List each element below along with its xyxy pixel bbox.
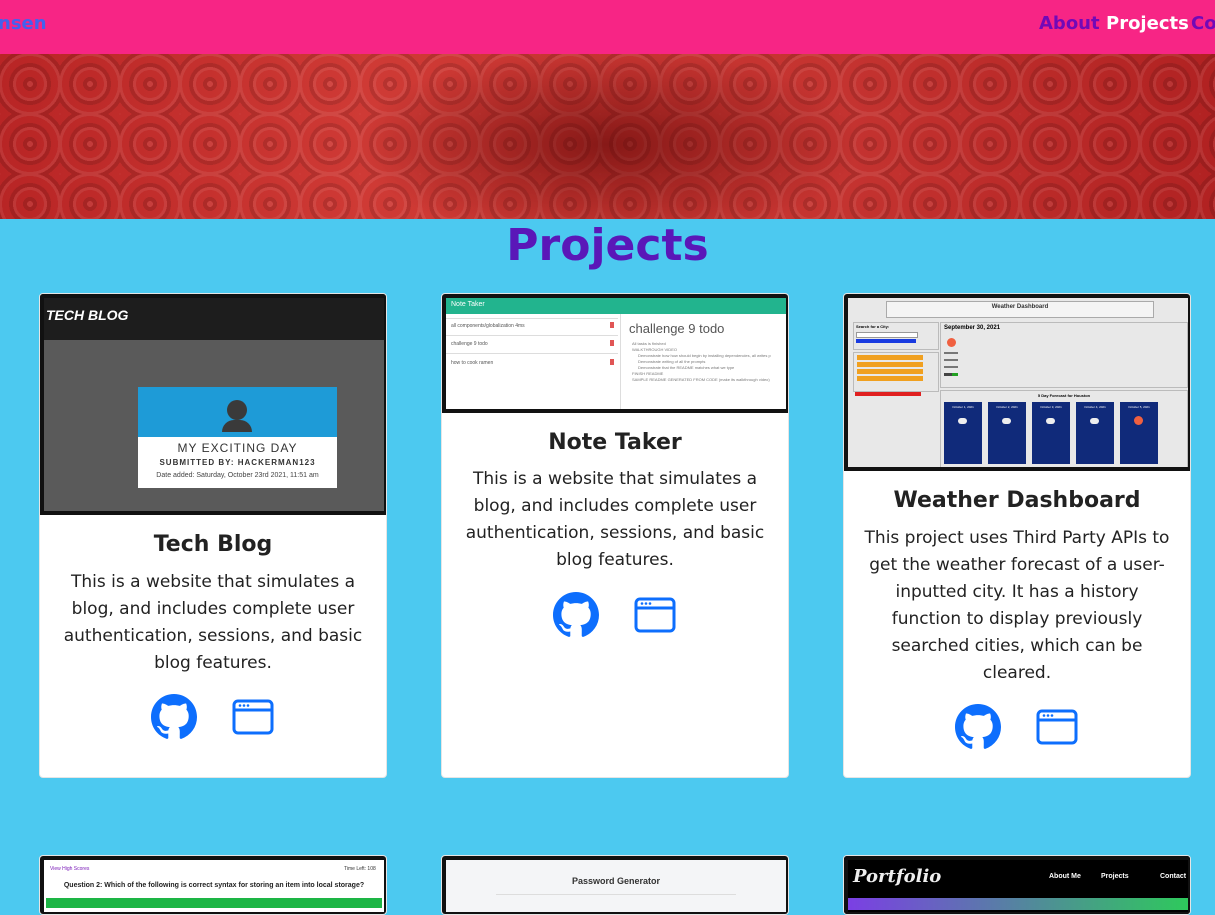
screenshot-nav-link: About Me: [1049, 873, 1081, 880]
project-card-tech-blog: TECH BLOG MY EXCITING DAY SUBMITTED BY: …: [39, 293, 387, 778]
avatar-icon: [227, 400, 247, 420]
sun-icon: [1134, 416, 1143, 425]
screenshot-question: Question 2: Which of the following is co…: [63, 882, 365, 889]
screenshot-timer: Time Left: 108: [344, 866, 376, 872]
card-title: Note Taker: [548, 430, 682, 455]
hero-banner: [0, 54, 1215, 219]
card-description: This is a website that simulates a blog,…: [465, 469, 765, 570]
screenshot-current-date: September 30, 2021: [944, 325, 1001, 331]
cloud-icon: [1046, 418, 1055, 424]
screenshot-submitted: SUBMITTED BY: HACKERMAN123: [159, 458, 316, 467]
screenshot-line: Demonstrate writing of all the prompts: [638, 359, 706, 364]
screenshot-header: Weather Dashboard: [991, 304, 1049, 310]
screenshot-forecast-title: 5 Day Forecast for Houston: [1037, 393, 1091, 398]
project-screenshot: Password Generator: [442, 856, 788, 914]
screenshot-line: Demonstrate how how should begin by inst…: [638, 353, 771, 358]
project-card-portfolio: Portfolio About Me Projects Contact: [843, 855, 1191, 915]
screenshot-forecast-date: October 3, 2021: [1040, 405, 1062, 409]
screenshot-logo: TECH BLOG: [46, 307, 129, 323]
github-icon[interactable]: [955, 704, 1001, 750]
card-links: [844, 704, 1190, 752]
cloud-icon: [1090, 418, 1099, 424]
screenshot-post: MY EXCITING DAY SUBMITTED BY: HACKERMAN1…: [138, 387, 337, 488]
browser-window-icon[interactable]: [634, 597, 676, 633]
screenshot-line: All tasks is finished: [632, 341, 666, 346]
screenshot-forecast-day: [1120, 402, 1158, 464]
nav-link-projects[interactable]: Projects: [1106, 13, 1189, 34]
github-icon[interactable]: [151, 694, 197, 740]
screenshot-forecast-date: October 5, 2021: [1128, 405, 1150, 409]
nav-link-about[interactable]: About: [1039, 13, 1100, 34]
page-title: Projects: [506, 220, 709, 271]
screenshot-note: challenge 9 todo: [451, 341, 488, 347]
cloud-icon: [958, 418, 967, 424]
project-screenshot: Weather Dashboard Search for a City: Sep…: [844, 294, 1190, 471]
nav-link-contact[interactable]: Co: [1191, 13, 1215, 34]
project-card-note-taker: Note Taker all components/globalization …: [441, 293, 789, 778]
project-screenshot: View High Scores Time Left: 108 Question…: [40, 856, 386, 914]
browser-window-icon[interactable]: [1036, 709, 1078, 745]
card-description: This project uses Third Party APIs to ge…: [864, 528, 1170, 683]
screenshot-post-title: MY EXCITING DAY: [177, 441, 298, 455]
screenshot-line: WALKTHROUGH VIDEO: [632, 347, 677, 352]
screenshot-forecast-day: [1032, 402, 1070, 464]
github-icon[interactable]: [553, 592, 599, 638]
screenshot-forecast-date: October 1, 2021: [952, 405, 974, 409]
project-card-quiz: View High Scores Time Left: 108 Question…: [39, 855, 387, 915]
card-title: Tech Blog: [153, 532, 273, 557]
project-screenshot: TECH BLOG MY EXCITING DAY SUBMITTED BY: …: [40, 294, 386, 515]
card-links: [442, 592, 788, 640]
browser-window-icon[interactable]: [232, 699, 274, 735]
screenshot-nav-link: Contact: [1160, 873, 1187, 880]
screenshot-date: Date added: Saturday, October 23rd 2021,…: [156, 472, 319, 479]
card-links: [40, 694, 386, 742]
screenshot-forecast-date: October 4, 2021: [1084, 405, 1106, 409]
screenshot-app-title: Password Generator: [571, 876, 661, 886]
cloud-icon: [1002, 418, 1011, 424]
screenshot-forecast-day: [1076, 402, 1114, 464]
project-card-password-generator: Password Generator: [441, 855, 789, 915]
screenshot-note: all components/globalization 4ms: [451, 323, 525, 329]
card-description: This is a website that simulates a blog,…: [63, 572, 363, 673]
screenshot-line: FINISH README: [632, 371, 664, 376]
screenshot-forecast-day: [988, 402, 1026, 464]
screenshot-app-name: Note Taker: [451, 301, 485, 308]
project-screenshot: Portfolio About Me Projects Contact: [844, 856, 1190, 914]
screenshot-logo: Portfolio: [853, 866, 942, 887]
screenshot-high-scores: View High Scores: [50, 866, 90, 872]
screenshot-forecast-day: [944, 402, 982, 464]
card-title: Weather Dashboard: [893, 488, 1141, 513]
navbar: nsen About Projects Co: [0, 0, 1215, 54]
screenshot-note-heading: challenge 9 todo: [629, 321, 725, 336]
screenshot-note: how to cook ramen: [451, 360, 494, 366]
screenshot-search-label: Search for a City:: [856, 324, 890, 329]
screenshot-line: Demonstrate that the README matches what…: [638, 365, 735, 370]
screenshot-nav-link: Projects: [1101, 873, 1129, 880]
project-screenshot: Note Taker all components/globalization …: [442, 294, 788, 413]
project-card-weather-dashboard: Weather Dashboard Search for a City: Sep…: [843, 293, 1191, 778]
brand-name[interactable]: nsen: [0, 13, 47, 34]
screenshot-line: SAMPLE README GENERATED FROM CODE (make …: [632, 377, 770, 382]
screenshot-forecast-date: October 2, 2021: [996, 405, 1018, 409]
